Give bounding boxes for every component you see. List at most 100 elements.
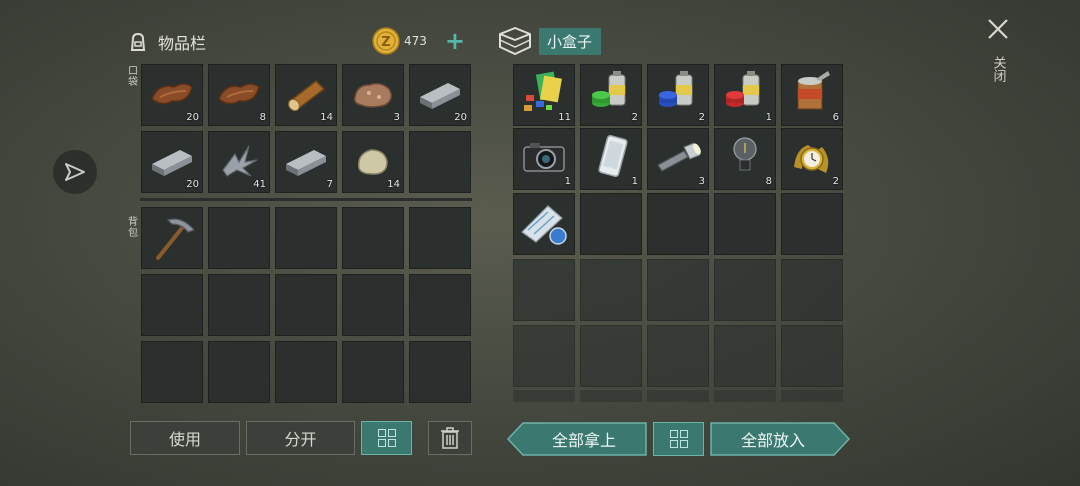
green-spray-can-icon (592, 71, 626, 107)
leather-icon (151, 83, 193, 105)
box-slot[interactable]: 2 (647, 64, 709, 126)
sort-box-button[interactable] (653, 422, 704, 456)
backpack-slot[interactable] (275, 341, 337, 403)
box-slot[interactable] (513, 325, 575, 387)
box-slot[interactable] (647, 325, 709, 387)
box-icon (499, 27, 531, 55)
light-bulb-icon (733, 137, 757, 171)
send-icon (65, 163, 85, 181)
item-count: 11 (558, 112, 571, 123)
box-slot[interactable]: 2 (580, 64, 642, 126)
box-slot[interactable] (781, 325, 843, 387)
metal-ingot-icon (286, 150, 326, 176)
item-count: 14 (320, 112, 333, 123)
item-count: 7 (326, 179, 333, 190)
close-icon (988, 19, 1008, 39)
box-slot[interactable]: 1 (513, 128, 575, 190)
send-icon-button[interactable] (53, 150, 97, 194)
item-count: 2 (832, 176, 839, 187)
backpack-slot[interactable] (208, 341, 270, 403)
item-count: 8 (259, 112, 266, 123)
backpack-slot[interactable] (275, 274, 337, 336)
box-slot[interactable] (714, 325, 776, 387)
backpack-slot[interactable] (208, 274, 270, 336)
smartphone-icon (598, 135, 628, 178)
pocket-slot[interactable]: 14 (342, 131, 404, 193)
box-slot[interactable]: 1 (580, 128, 642, 190)
map-roll-icon (521, 205, 567, 245)
box-slot[interactable]: 6 (781, 64, 843, 126)
metal-scrap-icon (222, 145, 258, 177)
box-slot[interactable] (647, 193, 709, 255)
box-slot[interactable] (781, 193, 843, 255)
backpack-slot[interactable] (342, 274, 404, 336)
box-slot[interactable] (580, 325, 642, 387)
box-slot[interactable] (781, 259, 843, 321)
box-header: 小盒子 (497, 24, 601, 58)
box-slot[interactable] (580, 259, 642, 321)
red-spray-can-icon (726, 71, 760, 107)
inventory-title: 物品栏 (158, 34, 207, 53)
box-title: 小盒子 (539, 27, 601, 55)
pocket-slot[interactable]: 20 (141, 64, 203, 126)
trash-button[interactable] (428, 421, 472, 455)
box-slot[interactable] (580, 193, 642, 255)
item-count: 1 (631, 176, 638, 187)
camera-icon (523, 143, 565, 172)
backpack-slot[interactable] (275, 207, 337, 269)
item-count: 1 (765, 112, 772, 123)
item-count: 14 (387, 179, 400, 190)
box-slot[interactable] (714, 193, 776, 255)
backpack-slot[interactable] (342, 207, 404, 269)
box-slot[interactable]: 2 (781, 128, 843, 190)
use-button[interactable]: 使用 (130, 421, 240, 455)
cards-icon (524, 71, 562, 111)
leather-icon (218, 83, 260, 105)
item-count: 2 (698, 112, 705, 123)
blue-spray-can-icon (659, 71, 693, 107)
take-all-button[interactable]: 全部拿上 (507, 422, 647, 456)
item-count: 3 (393, 112, 400, 123)
pocket-slot[interactable]: 14 (275, 64, 337, 126)
backpack-slot[interactable] (409, 207, 471, 269)
pocket-slot[interactable]: 20 (409, 64, 471, 126)
box-slot[interactable]: 11 (513, 64, 575, 126)
pocket-slot[interactable]: 7 (275, 131, 337, 193)
pickaxe-icon (156, 218, 196, 260)
put-all-button[interactable]: 全部放入 (710, 422, 850, 456)
backpack-slot[interactable] (141, 207, 203, 269)
box-slot[interactable] (714, 259, 776, 321)
backpack-label: 背包 (128, 217, 138, 239)
backpack-slot[interactable] (208, 207, 270, 269)
coin-counter: Z 473 + (372, 26, 472, 56)
box-slot[interactable]: 3 (647, 128, 709, 190)
food-can-icon (797, 71, 830, 110)
pocket-slot[interactable]: 41 (208, 131, 270, 193)
pocket-slot[interactable]: 8 (208, 64, 270, 126)
ore-icon (353, 82, 392, 108)
backpack-slot[interactable] (409, 274, 471, 336)
box-slot[interactable] (647, 259, 709, 321)
backpack-slot[interactable] (342, 341, 404, 403)
watch-icon (794, 145, 829, 173)
box-slot[interactable] (513, 193, 575, 255)
pocket-label: 口袋 (128, 66, 138, 88)
pocket-slot[interactable] (409, 131, 471, 193)
pocket-slot[interactable]: 3 (342, 64, 404, 126)
backpack-slot[interactable] (141, 341, 203, 403)
backpack-slot[interactable] (141, 274, 203, 336)
split-button[interactable]: 分开 (246, 421, 355, 455)
box-slot[interactable]: 1 (714, 64, 776, 126)
item-count: 41 (253, 179, 266, 190)
item-count: 1 (564, 176, 571, 187)
pocket-slot[interactable]: 20 (141, 131, 203, 193)
close-button[interactable]: 关闭 (982, 18, 1014, 98)
box-slot[interactable] (513, 259, 575, 321)
add-coins-button[interactable]: + (445, 29, 465, 53)
backpack-icon (130, 32, 146, 51)
backpack-slot[interactable] (409, 341, 471, 403)
sort-inventory-button[interactable] (361, 421, 412, 455)
item-count: 8 (765, 176, 772, 187)
box-slot[interactable]: 8 (714, 128, 776, 190)
svg-text:Z: Z (381, 35, 390, 50)
